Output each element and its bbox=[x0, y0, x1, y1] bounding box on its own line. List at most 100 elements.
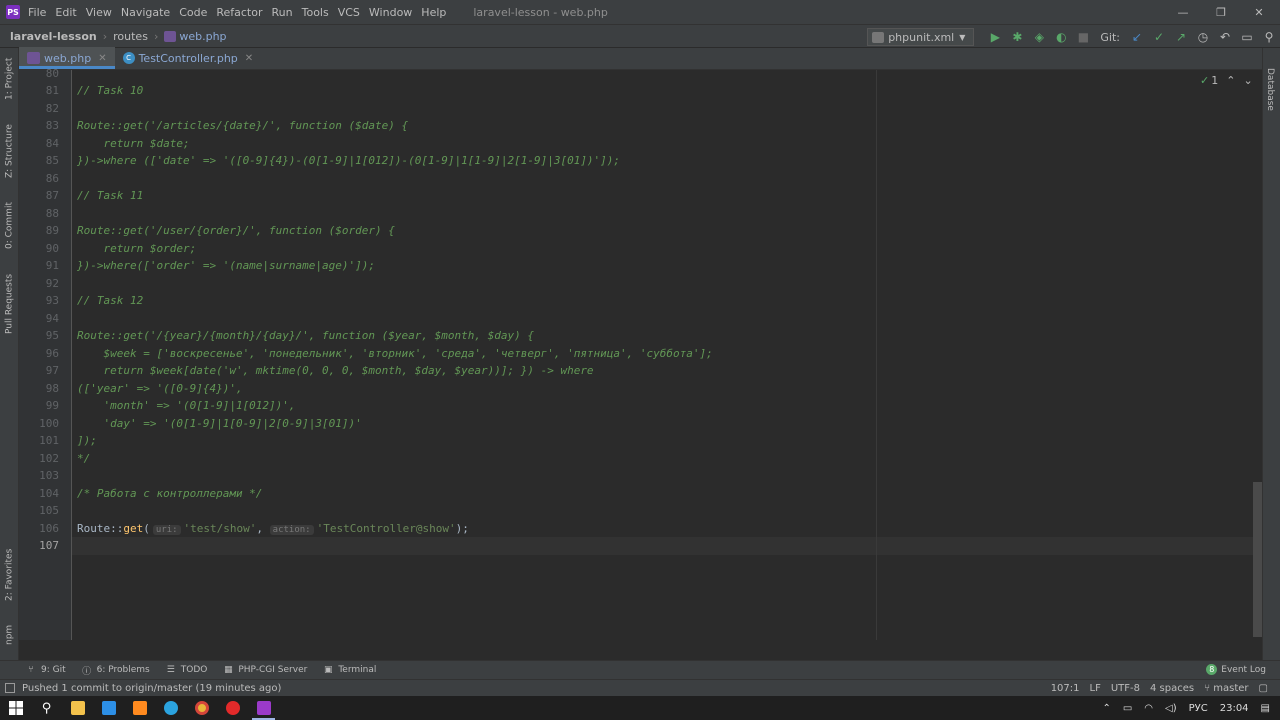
code-line[interactable]: 'day' => '(0[1-9]|1[0-9]|2[0-9]|3[01])' bbox=[77, 415, 361, 433]
caret-position[interactable]: 107:1 bbox=[1051, 683, 1080, 694]
menu-view[interactable]: View bbox=[86, 6, 112, 19]
code-line[interactable]: return $order; bbox=[77, 240, 196, 258]
terminal-tool-button[interactable]: ▣ Terminal bbox=[323, 665, 376, 675]
code-line[interactable]: 'month' => '(0[1-9]|1[012])', bbox=[77, 397, 295, 415]
menu-vcs[interactable]: VCS bbox=[338, 6, 360, 19]
battery-icon[interactable]: ▭ bbox=[1123, 703, 1132, 714]
code-line[interactable]: return $week[date('w', mktime(0, 0, 0, $… bbox=[77, 362, 593, 380]
vscode-icon[interactable] bbox=[93, 696, 124, 720]
profile-icon[interactable]: ◐ bbox=[1050, 26, 1072, 48]
code-line[interactable]: Route::get('/articles/{date}/', function… bbox=[77, 117, 408, 135]
line-number: 94 bbox=[45, 311, 59, 325]
menu-file[interactable]: File bbox=[28, 6, 46, 19]
project-tool-tab[interactable]: 1: Project bbox=[1, 54, 18, 104]
status-message[interactable]: Pushed 1 commit to origin/master (19 min… bbox=[22, 683, 281, 694]
favorites-tool-tab[interactable]: 2: Favorites bbox=[1, 542, 18, 608]
todo-tool-button[interactable]: ☰ TODO bbox=[166, 665, 208, 675]
code-token: Route:: bbox=[77, 521, 124, 535]
inspection-widget[interactable]: ✓ 1 ⌃ ⌄ bbox=[1200, 74, 1253, 87]
event-log-button[interactable]: 8 Event Log bbox=[1206, 664, 1266, 675]
code-line[interactable]: Route::get('/{year}/{month}/{day}/', fun… bbox=[77, 327, 534, 345]
coverage-icon[interactable]: ◈ bbox=[1028, 26, 1050, 48]
code-editor[interactable]: // Task 10Route::get('/articles/{date}/'… bbox=[72, 70, 1262, 640]
layout-icon[interactable]: ▭ bbox=[1236, 26, 1258, 48]
code-line[interactable]: })->where (['date' => '([0-9]{4})-(0[1-9… bbox=[77, 152, 620, 170]
menu-window[interactable]: Window bbox=[369, 6, 412, 19]
git-update-icon[interactable]: ↙ bbox=[1126, 26, 1148, 48]
line-number: 83 bbox=[45, 119, 59, 132]
tool-label: Terminal bbox=[338, 665, 377, 675]
wifi-icon[interactable]: ◠ bbox=[1144, 703, 1153, 714]
pull-requests-tool-tab[interactable]: Pull Requests bbox=[1, 268, 18, 340]
code-line[interactable]: // Task 10 bbox=[77, 82, 143, 100]
line-number-gutter: 80 81 82 83 84 85 86 87 88 89 90 91 92 93 94 95 96 97 98 99… bbox=[19, 67, 72, 640]
indent-setting[interactable]: 4 spaces bbox=[1150, 683, 1194, 694]
commit-tool-tab[interactable]: 0: Commit bbox=[1, 198, 18, 254]
search-icon[interactable]: ⚲ bbox=[1258, 26, 1280, 48]
database-tool-tab[interactable]: Database bbox=[1265, 68, 1275, 111]
code-line[interactable]: // Task 11 bbox=[77, 187, 143, 205]
rollback-icon[interactable]: ↶ bbox=[1214, 26, 1236, 48]
file-explorer-icon[interactable] bbox=[62, 696, 93, 720]
breadcrumb-folder[interactable]: routes bbox=[113, 30, 148, 43]
php-cgi-server-tool-button[interactable]: ▦ PHP-CGI Server bbox=[223, 665, 307, 675]
menu-run[interactable]: Run bbox=[272, 6, 293, 19]
chrome-icon[interactable] bbox=[186, 696, 217, 720]
volume-icon[interactable]: ◁) bbox=[1165, 703, 1177, 714]
telegram-icon[interactable] bbox=[155, 696, 186, 720]
debug-icon[interactable]: ✱ bbox=[1006, 26, 1028, 48]
windows-start-icon[interactable] bbox=[0, 696, 31, 720]
git-push-icon[interactable]: ↗ bbox=[1170, 26, 1192, 48]
structure-tool-tab[interactable]: Z: Structure bbox=[1, 118, 18, 184]
code-line[interactable]: })->where(['order' => '(name|surname|age… bbox=[77, 257, 375, 275]
close-icon[interactable]: ✕ bbox=[98, 53, 106, 64]
branch-widget[interactable]: ⑂ master bbox=[1204, 683, 1248, 694]
opera-icon[interactable] bbox=[217, 696, 248, 720]
problems-tool-button[interactable]: ⓘ 6: Problems bbox=[82, 665, 150, 677]
sublime-icon[interactable] bbox=[124, 696, 155, 720]
status-toggle-icon[interactable] bbox=[5, 683, 15, 693]
code-line[interactable]: Route::get('/user/{order}/', function ($… bbox=[77, 222, 395, 240]
code-line[interactable]: $week = ['воскресенье', 'понедельник', '… bbox=[77, 345, 712, 363]
notifications-icon[interactable]: ▤ bbox=[1261, 703, 1270, 714]
chevron-up-icon[interactable]: ⌃ bbox=[1226, 74, 1235, 87]
chevron-down-icon[interactable]: ⌄ bbox=[1243, 74, 1252, 87]
code-line[interactable]: ]); bbox=[77, 432, 97, 450]
line-number: 102 bbox=[39, 451, 59, 465]
close-icon[interactable]: ✕ bbox=[1242, 0, 1276, 24]
breadcrumb-file[interactable]: web.php bbox=[179, 30, 226, 43]
minimize-icon[interactable]: — bbox=[1166, 0, 1200, 24]
code-line[interactable]: */ bbox=[77, 450, 90, 468]
editor-scrollbar[interactable] bbox=[1253, 482, 1262, 637]
file-encoding[interactable]: UTF-8 bbox=[1111, 683, 1140, 694]
menu-edit[interactable]: Edit bbox=[55, 6, 76, 19]
history-icon[interactable]: ◷ bbox=[1192, 26, 1214, 48]
keyboard-language[interactable]: РУС bbox=[1189, 703, 1208, 714]
stop-icon[interactable]: ■ bbox=[1072, 26, 1094, 48]
maximize-icon[interactable]: ❐ bbox=[1204, 0, 1238, 24]
code-line[interactable]: Route::get(uri:'test/show', action: 'Test… bbox=[77, 520, 469, 538]
code-line[interactable]: // Task 12 bbox=[77, 292, 143, 310]
menu-navigate[interactable]: Navigate bbox=[121, 6, 170, 19]
menu-help[interactable]: Help bbox=[421, 6, 446, 19]
tab-testcontroller-php[interactable]: C TestController.php ✕ bbox=[115, 47, 262, 69]
clock[interactable]: 23:04 bbox=[1220, 703, 1249, 714]
git-tool-button[interactable]: ⑂ 9: Git bbox=[26, 665, 65, 675]
code-line[interactable]: /* Работа с контроллерами */ bbox=[77, 485, 262, 503]
menu-code[interactable]: Code bbox=[179, 6, 207, 19]
git-commit-icon[interactable]: ✓ bbox=[1148, 26, 1170, 48]
code-line[interactable]: return $date; bbox=[77, 135, 189, 153]
search-icon[interactable]: ⚲ bbox=[31, 696, 62, 720]
close-icon[interactable]: ✕ bbox=[245, 53, 253, 64]
line-separator[interactable]: LF bbox=[1090, 683, 1101, 694]
chevron-up-icon[interactable]: ⌃ bbox=[1102, 703, 1110, 714]
run-icon[interactable]: ▶ bbox=[984, 26, 1006, 48]
menu-tools[interactable]: Tools bbox=[302, 6, 329, 19]
menu-refactor[interactable]: Refactor bbox=[216, 6, 262, 19]
npm-tool-tab[interactable]: npm bbox=[1, 618, 18, 652]
breadcrumb-project[interactable]: laravel-lesson bbox=[10, 30, 97, 43]
run-config-select[interactable]: phpunit.xml ▼ bbox=[867, 28, 975, 46]
lock-icon[interactable]: ▢ bbox=[1259, 683, 1268, 694]
code-line[interactable]: (['year' => '([0-9]{4})', bbox=[77, 380, 243, 398]
phpstorm-taskbar-icon[interactable] bbox=[248, 696, 279, 720]
